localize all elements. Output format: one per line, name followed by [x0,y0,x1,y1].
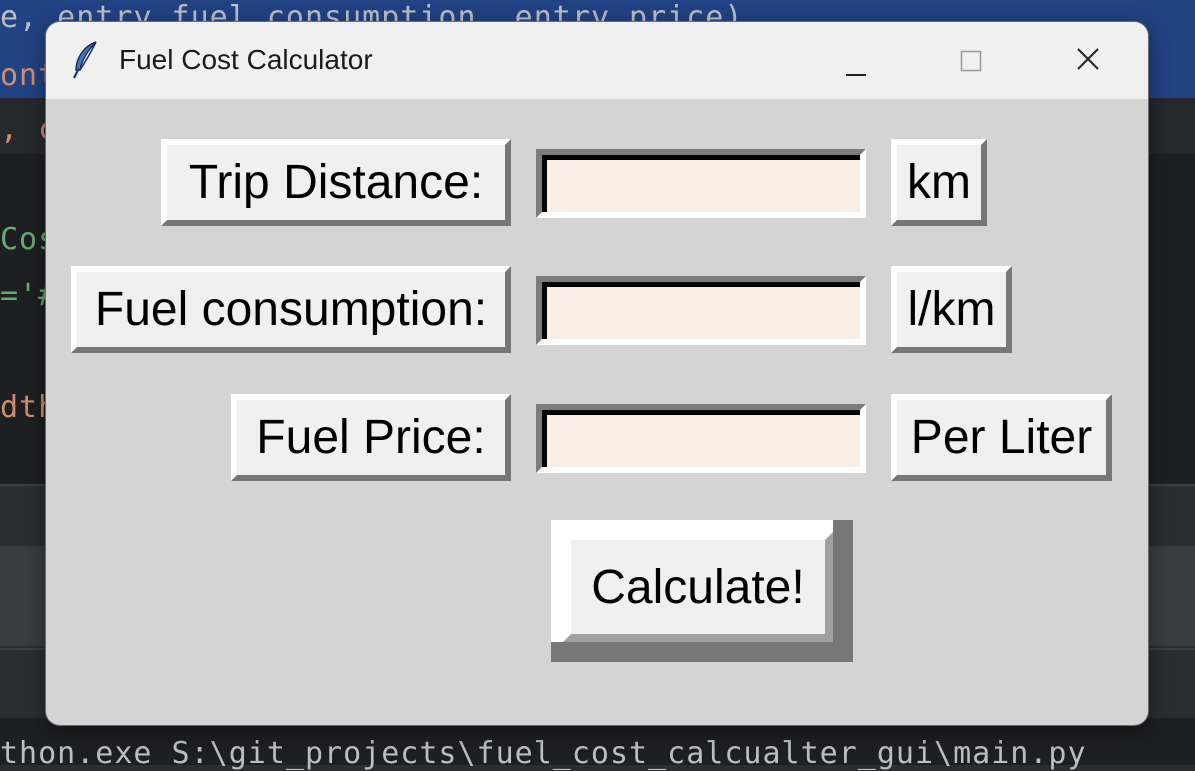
window-title: Fuel Cost Calculator [119,44,373,75]
maximize-icon [960,50,982,72]
button-shadow [551,642,853,662]
close-button[interactable] [1065,38,1111,82]
fuel-consumption-input[interactable] [542,282,860,339]
trip-distance-unit: km [891,139,987,226]
maximize-button[interactable] [948,38,994,82]
fuel-price-unit: Per Liter [891,394,1112,481]
fuel-price-input[interactable] [542,410,860,467]
trip-distance-entry-frame [536,149,866,218]
fuel-consumption-label: Fuel consumption: [71,266,511,353]
fuel-consumption-entry-frame [536,276,866,345]
trip-distance-input[interactable] [542,155,860,212]
calculate-button-label: Calculate! [563,532,833,642]
fuel-price-entry-frame [536,404,866,473]
minimize-button[interactable] [833,38,879,82]
feather-icon [70,40,102,80]
fuel-consumption-unit: l/km [891,266,1012,353]
title-bar[interactable]: Fuel Cost Calculator [46,22,1148,99]
minimize-icon [846,74,866,76]
terminal-command: thon.exe S:\git_projects\fuel_cost_calcu… [0,736,1087,771]
close-icon [1077,48,1099,70]
fuel-cost-calculator-window: Fuel Cost Calculator Trip Distance: km F… [46,22,1148,725]
fuel-price-label: Fuel Price: [231,394,511,481]
button-shadow [833,520,853,662]
trip-distance-label: Trip Distance: [161,139,511,226]
calculate-button[interactable]: Calculate! [551,520,853,662]
